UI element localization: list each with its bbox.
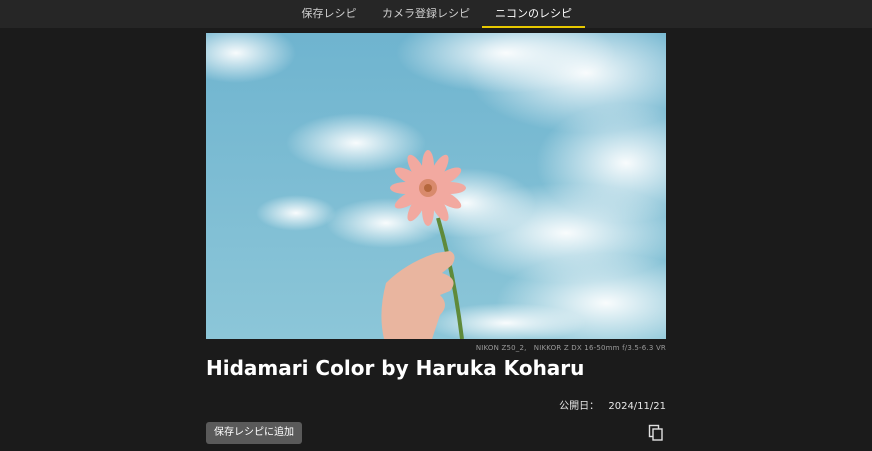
tab-bar: 保存レシピ カメラ登録レシピ ニコンのレシピ <box>0 0 872 28</box>
published-label: 公開日： <box>559 401 600 412</box>
tab-label: 保存レシピ <box>301 7 357 20</box>
tab-camera-recipes[interactable]: カメラ登録レシピ <box>374 0 478 28</box>
copy-icon[interactable] <box>648 424 664 442</box>
published-date-value: 2024/11/21 <box>608 401 666 412</box>
published-date: 公開日： 2024/11/21 <box>559 397 666 412</box>
tab-nikon-recipes[interactable]: ニコンのレシピ <box>482 0 585 28</box>
recipe-title: Hidamari Color by Haruka Koharu <box>206 356 585 380</box>
tab-saved-recipes[interactable]: 保存レシピ <box>288 0 370 28</box>
add-to-saved-recipes-button[interactable]: 保存レシピに追加 <box>206 422 302 444</box>
active-tab-indicator <box>482 26 585 28</box>
camera-lens-info: NIKON Z50_2, NIKKOR Z DX 16-50mm f/3.5-6… <box>475 344 666 352</box>
recipe-photo <box>206 33 666 339</box>
tab-label: カメラ登録レシピ <box>382 7 470 20</box>
tab-label: ニコンのレシピ <box>495 7 572 20</box>
